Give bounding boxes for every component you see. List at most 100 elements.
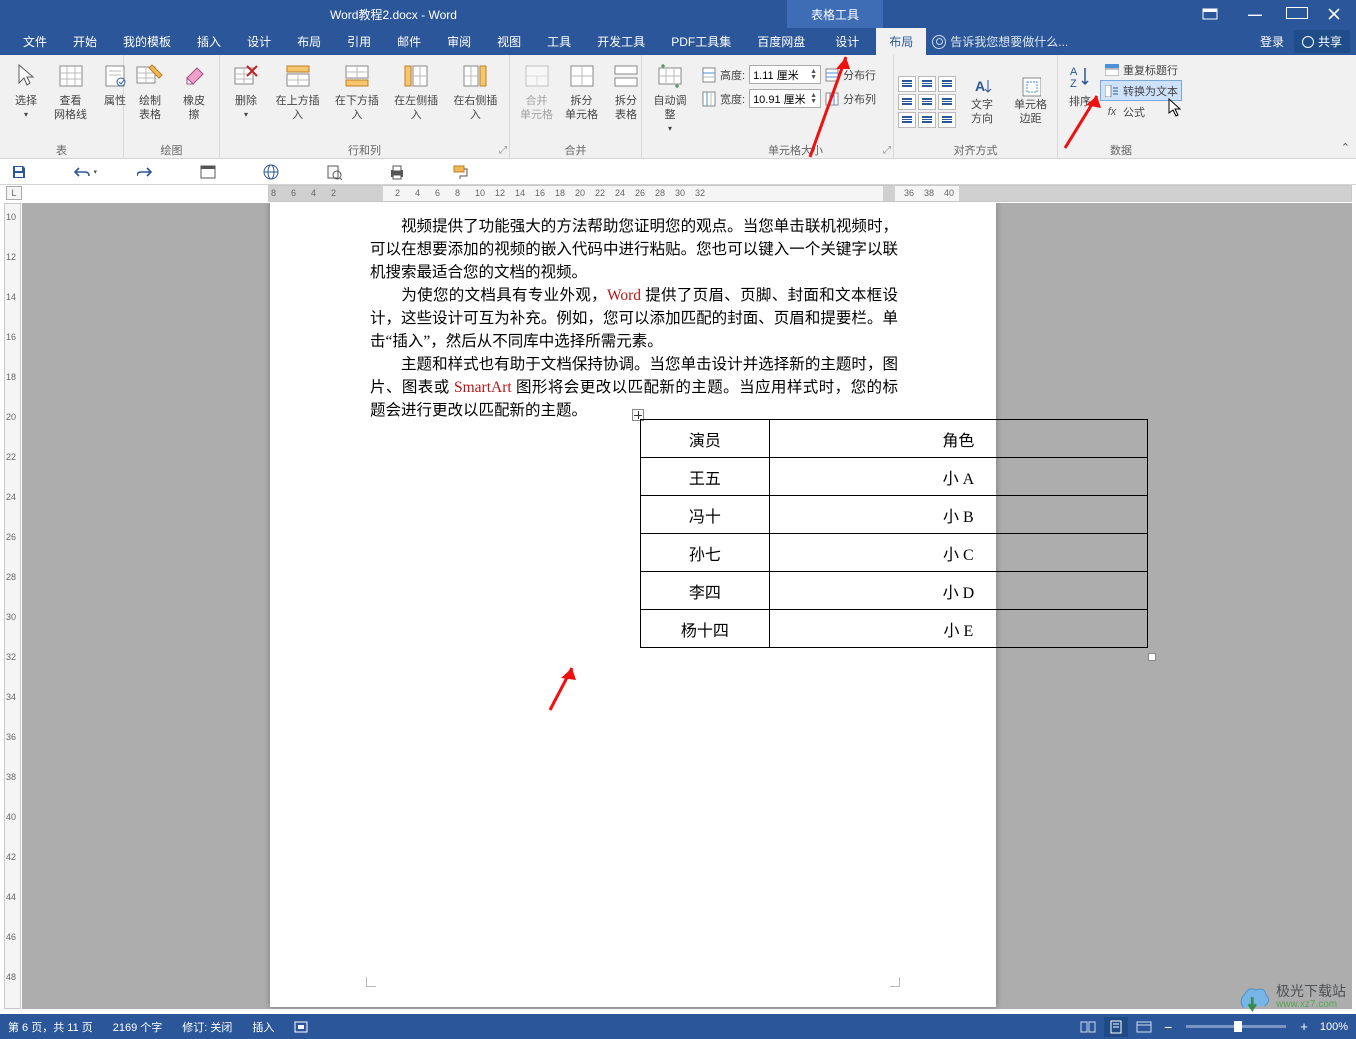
zoom-out-button[interactable]: −	[1158, 1019, 1178, 1035]
horizontal-ruler[interactable]: 86422468101214161820222426283032363840	[268, 185, 1352, 202]
status-track[interactable]: 修订: 关闭	[182, 1019, 232, 1035]
tab-baidu-netdisk[interactable]: 百度网盘	[744, 28, 818, 55]
print-icon[interactable]	[388, 163, 406, 181]
eraser-label: 橡皮擦	[178, 94, 210, 122]
view-web-icon[interactable]	[1132, 1017, 1156, 1037]
status-mode[interactable]: 插入	[252, 1019, 274, 1035]
distribute-cols[interactable]: 分布列	[843, 91, 876, 107]
tab-layout[interactable]: 布局	[284, 28, 334, 55]
tab-home[interactable]: 开始	[60, 28, 110, 55]
login-link[interactable]: 登录	[1260, 33, 1284, 50]
distribute-rows[interactable]: 分布行	[843, 67, 876, 83]
tell-me-box[interactable]: 告诉我您想要做什么...	[932, 33, 1068, 50]
table-cell[interactable]: 小 A	[769, 458, 1147, 496]
alignment-grid[interactable]	[898, 76, 956, 128]
tab-tools[interactable]: 工具	[534, 28, 584, 55]
view-gridlines-button[interactable]: 查看 网格线	[48, 58, 93, 124]
view-read-icon[interactable]	[1076, 1017, 1100, 1037]
table-cell[interactable]: 小 C	[769, 534, 1147, 572]
table-row[interactable]: 冯十小 B	[641, 496, 1148, 534]
tab-mailings[interactable]: 邮件	[384, 28, 434, 55]
table-cell[interactable]: 小 D	[769, 572, 1147, 610]
document-table[interactable]: 演员角色王五小 A冯十小 B孙七小 C李四小 D杨十四小 E	[640, 419, 1148, 648]
sort-icon: AZ	[1064, 61, 1096, 93]
select-button[interactable]: 选择▾	[4, 58, 48, 124]
text-direction-button[interactable]: A 文字方向	[962, 75, 1002, 128]
repeat-header-button[interactable]: 重复标题行	[1100, 59, 1182, 80]
height-input[interactable]: 1.11 厘米▲▼	[749, 65, 821, 84]
watermark-name: 极光下载站	[1276, 984, 1346, 998]
table-cell[interactable]: 李四	[641, 572, 770, 610]
view-print-icon[interactable]	[1104, 1017, 1128, 1037]
collapse-ribbon-icon[interactable]: ⌃	[1341, 141, 1350, 154]
width-input[interactable]: 10.91 厘米▲▼	[749, 89, 821, 108]
tab-review[interactable]: 审阅	[434, 28, 484, 55]
table-cell[interactable]: 杨十四	[641, 610, 770, 648]
share-button[interactable]: 共享	[1294, 30, 1350, 53]
tab-insert[interactable]: 插入	[184, 28, 234, 55]
status-words[interactable]: 2169 个字	[113, 1019, 163, 1035]
vertical-ruler[interactable]: 1012141618202224262830323436384042444648	[4, 203, 21, 1009]
cell-margins-button[interactable]: 单元格 边距	[1008, 75, 1053, 128]
table-row[interactable]: 孙七小 C	[641, 534, 1148, 572]
group-table-label: 表	[0, 141, 123, 159]
undo-icon[interactable]: ▾	[73, 163, 91, 181]
insert-below-button[interactable]: 在下方插入	[327, 58, 386, 124]
tab-references[interactable]: 引用	[334, 28, 384, 55]
tab-table-design[interactable]: 设计	[818, 28, 876, 55]
print-preview-icon[interactable]	[325, 163, 343, 181]
tab-design[interactable]: 设计	[234, 28, 284, 55]
table-row[interactable]: 李四小 D	[641, 572, 1148, 610]
tab-table-layout[interactable]: 布局	[876, 28, 926, 55]
new-window-icon[interactable]	[199, 163, 217, 181]
table-cell[interactable]: 小 E	[769, 610, 1147, 648]
draw-table-button[interactable]: 绘制表格	[128, 58, 172, 124]
table-cell[interactable]: 冯十	[641, 496, 770, 534]
web-icon[interactable]	[262, 163, 280, 181]
tab-file[interactable]: 文件	[10, 28, 60, 55]
tab-view[interactable]: 视图	[484, 28, 534, 55]
tab-pdf-tools[interactable]: PDF工具集	[658, 28, 744, 55]
status-macro-icon[interactable]	[294, 1021, 308, 1033]
insert-left-button[interactable]: 在左侧插入	[387, 58, 446, 124]
tab-mytemplate[interactable]: 我的模板	[110, 28, 184, 55]
autofit-button[interactable]: 自动调整▾	[646, 58, 694, 138]
table-resize-handle[interactable]	[1148, 653, 1156, 661]
table-row[interactable]: 王五小 A	[641, 458, 1148, 496]
status-page[interactable]: 第 6 页，共 11 页	[8, 1019, 93, 1035]
insert-above-button[interactable]: 在上方插入	[268, 58, 327, 124]
insert-right-button[interactable]: 在右侧插入	[446, 58, 505, 124]
select-label: 选择	[15, 94, 37, 108]
zoom-slider[interactable]	[1186, 1025, 1286, 1028]
page-margin-mark	[890, 977, 900, 987]
table-cell[interactable]: 演员	[641, 420, 770, 458]
format-painter-icon[interactable]	[451, 163, 469, 181]
split-cells-button[interactable]: 拆分 单元格	[559, 58, 604, 124]
table-cell[interactable]: 孙七	[641, 534, 770, 572]
sort-button[interactable]: AZ 排序	[1060, 59, 1100, 111]
table-cell[interactable]: 王五	[641, 458, 770, 496]
delete-button[interactable]: 删除▾	[224, 58, 268, 124]
table-row[interactable]: 演员角色	[641, 420, 1148, 458]
table-cell[interactable]: 小 B	[769, 496, 1147, 534]
zoom-in-button[interactable]: +	[1294, 1019, 1314, 1034]
eraser-button[interactable]: 橡皮擦	[172, 58, 216, 124]
close-button[interactable]	[1328, 8, 1350, 20]
restore-button[interactable]	[1286, 6, 1308, 22]
ribbon-display-icon[interactable]	[1202, 8, 1224, 20]
lightbulb-icon	[932, 35, 946, 49]
table-cell[interactable]: 角色	[769, 420, 1147, 458]
dialog-launcher-icon[interactable]: ⤢	[883, 145, 891, 156]
zoom-level[interactable]: 100%	[1320, 1021, 1348, 1033]
dialog-launcher-icon[interactable]: ⤢	[499, 145, 507, 156]
table-row[interactable]: 杨十四小 E	[641, 610, 1148, 648]
insert-above-label: 在上方插入	[274, 94, 321, 122]
minimize-button[interactable]: —	[1244, 6, 1266, 22]
autofit-label: 自动调整	[652, 94, 688, 122]
tab-developer[interactable]: 开发工具	[584, 28, 658, 55]
save-icon[interactable]	[10, 163, 28, 181]
document-area[interactable]: 视频提供了功能强大的方法帮助您证明您的观点。当您单击联机视频时，可以在想要添加的…	[22, 203, 1352, 1009]
redo-icon[interactable]	[136, 163, 154, 181]
height-label: 高度:	[720, 67, 745, 83]
ribbon: 选择▾ 查看 网格线 属性 表 绘制表格 橡皮擦 绘图	[0, 55, 1356, 159]
